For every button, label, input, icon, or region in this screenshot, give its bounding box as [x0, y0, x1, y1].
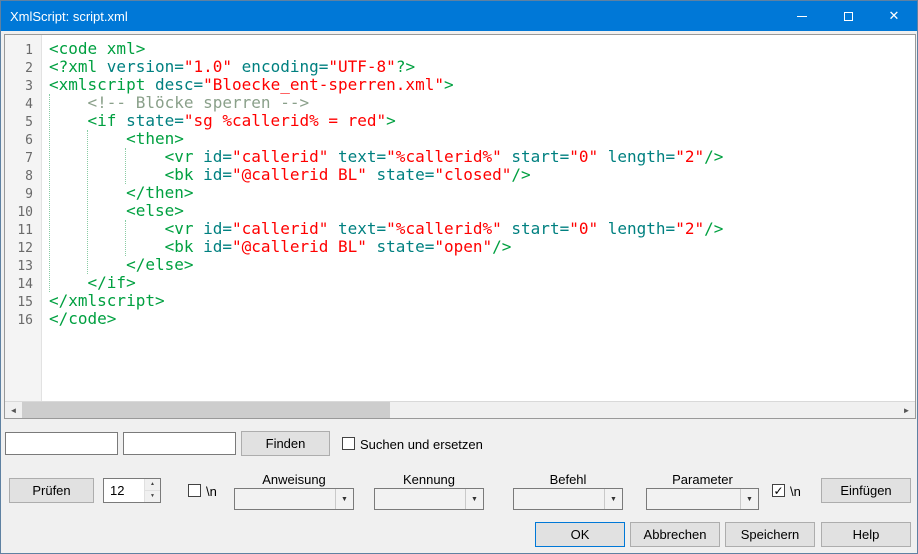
window-title: XmlScript: script.xml [1, 9, 128, 24]
code-line: 15</xmlscript> [5, 292, 915, 310]
code-line: 5 <if state="sg %callerid% = red"> [5, 112, 915, 130]
search-input[interactable] [5, 432, 118, 455]
code-line: 10 <else> [5, 202, 915, 220]
newline-after-checkbox[interactable]: ✓ [772, 484, 785, 497]
window-controls: ✕ [779, 1, 917, 31]
code-line: 13 </else> [5, 256, 915, 274]
chevron-down-icon: ▼ [604, 489, 622, 509]
parameter-dropdown[interactable]: ▼ [646, 488, 759, 510]
close-button[interactable]: ✕ [871, 1, 917, 31]
help-button[interactable]: Help [821, 522, 911, 547]
code-line: 11 <vr id="callerid" text="%callerid%" s… [5, 220, 915, 238]
cancel-button[interactable]: Abbrechen [630, 522, 720, 547]
close-icon: ✕ [889, 8, 900, 24]
parameter-label: Parameter [646, 472, 759, 487]
ok-button[interactable]: OK [535, 522, 625, 547]
kennung-dropdown[interactable]: ▼ [374, 488, 484, 510]
code-line: 9 </then> [5, 184, 915, 202]
maximize-button[interactable] [825, 1, 871, 31]
newline-after-label: \n [790, 484, 801, 499]
insert-button[interactable]: Einfügen [821, 478, 911, 503]
search-replace-label: Suchen und ersetzen [360, 437, 483, 452]
newline-before-label: \n [206, 484, 217, 499]
code-line: 7 <vr id="callerid" text="%callerid%" st… [5, 148, 915, 166]
indent-guide [125, 220, 126, 256]
spinner-down-icon[interactable]: ▼ [145, 491, 160, 503]
code-line: 3<xmlscript desc="Bloecke_ent-sperren.xm… [5, 76, 915, 94]
code-line: 6 <then> [5, 130, 915, 148]
pruefen-button[interactable]: Prüfen [9, 478, 94, 503]
indent-guide [125, 148, 126, 184]
spinner-value: 12 [110, 483, 124, 498]
chevron-down-icon: ▼ [335, 489, 353, 509]
titlebar[interactable]: XmlScript: script.xml ✕ [1, 1, 917, 31]
scrollbar-track[interactable] [22, 402, 898, 418]
code-line: 4 <!-- Blöcke sperren --> [5, 94, 915, 112]
xmlscript-dialog: XmlScript: script.xml ✕ 1<code xml>2<?xm… [0, 0, 918, 554]
save-button[interactable]: Speichern [725, 522, 815, 547]
line-number: 16 [5, 312, 41, 330]
scrollbar-thumb[interactable] [22, 402, 390, 418]
find-button[interactable]: Finden [241, 431, 330, 456]
newline-before-checkbox[interactable] [188, 484, 201, 497]
minimize-icon [797, 16, 807, 17]
horizontal-scrollbar[interactable]: ◄ ► [5, 401, 915, 418]
code-line: 16</code> [5, 310, 915, 328]
spinner-buttons: ▲ ▼ [144, 479, 160, 502]
befehl-label: Befehl [513, 472, 623, 487]
chevron-down-icon: ▼ [465, 489, 483, 509]
code-line: 12 <bk id="@callerid BL" state="open"/> [5, 238, 915, 256]
code-line: 1<code xml> [5, 40, 915, 58]
maximize-icon [844, 12, 853, 21]
indent-guide [49, 94, 50, 292]
indent-guide [87, 130, 88, 274]
anweisung-label: Anweisung [234, 472, 354, 487]
code-area[interactable]: 1<code xml>2<?xml version="1.0" encoding… [5, 35, 915, 402]
scroll-left-icon[interactable]: ◄ [5, 402, 22, 418]
line-number-spinner[interactable]: 12 ▲ ▼ [103, 478, 161, 503]
kennung-label: Kennung [374, 472, 484, 487]
replace-input[interactable] [123, 432, 236, 455]
anweisung-dropdown[interactable]: ▼ [234, 488, 354, 510]
code-line: 2<?xml version="1.0" encoding="UTF-8"?> [5, 58, 915, 76]
chevron-down-icon: ▼ [740, 489, 758, 509]
scroll-right-icon[interactable]: ► [898, 402, 915, 418]
befehl-dropdown[interactable]: ▼ [513, 488, 623, 510]
code-line: 8 <bk id="@callerid BL" state="closed"/> [5, 166, 915, 184]
code-editor[interactable]: 1<code xml>2<?xml version="1.0" encoding… [4, 34, 916, 419]
spinner-up-icon[interactable]: ▲ [145, 479, 160, 491]
search-replace-checkbox[interactable] [342, 437, 355, 450]
code-line: 14 </if> [5, 274, 915, 292]
minimize-button[interactable] [779, 1, 825, 31]
